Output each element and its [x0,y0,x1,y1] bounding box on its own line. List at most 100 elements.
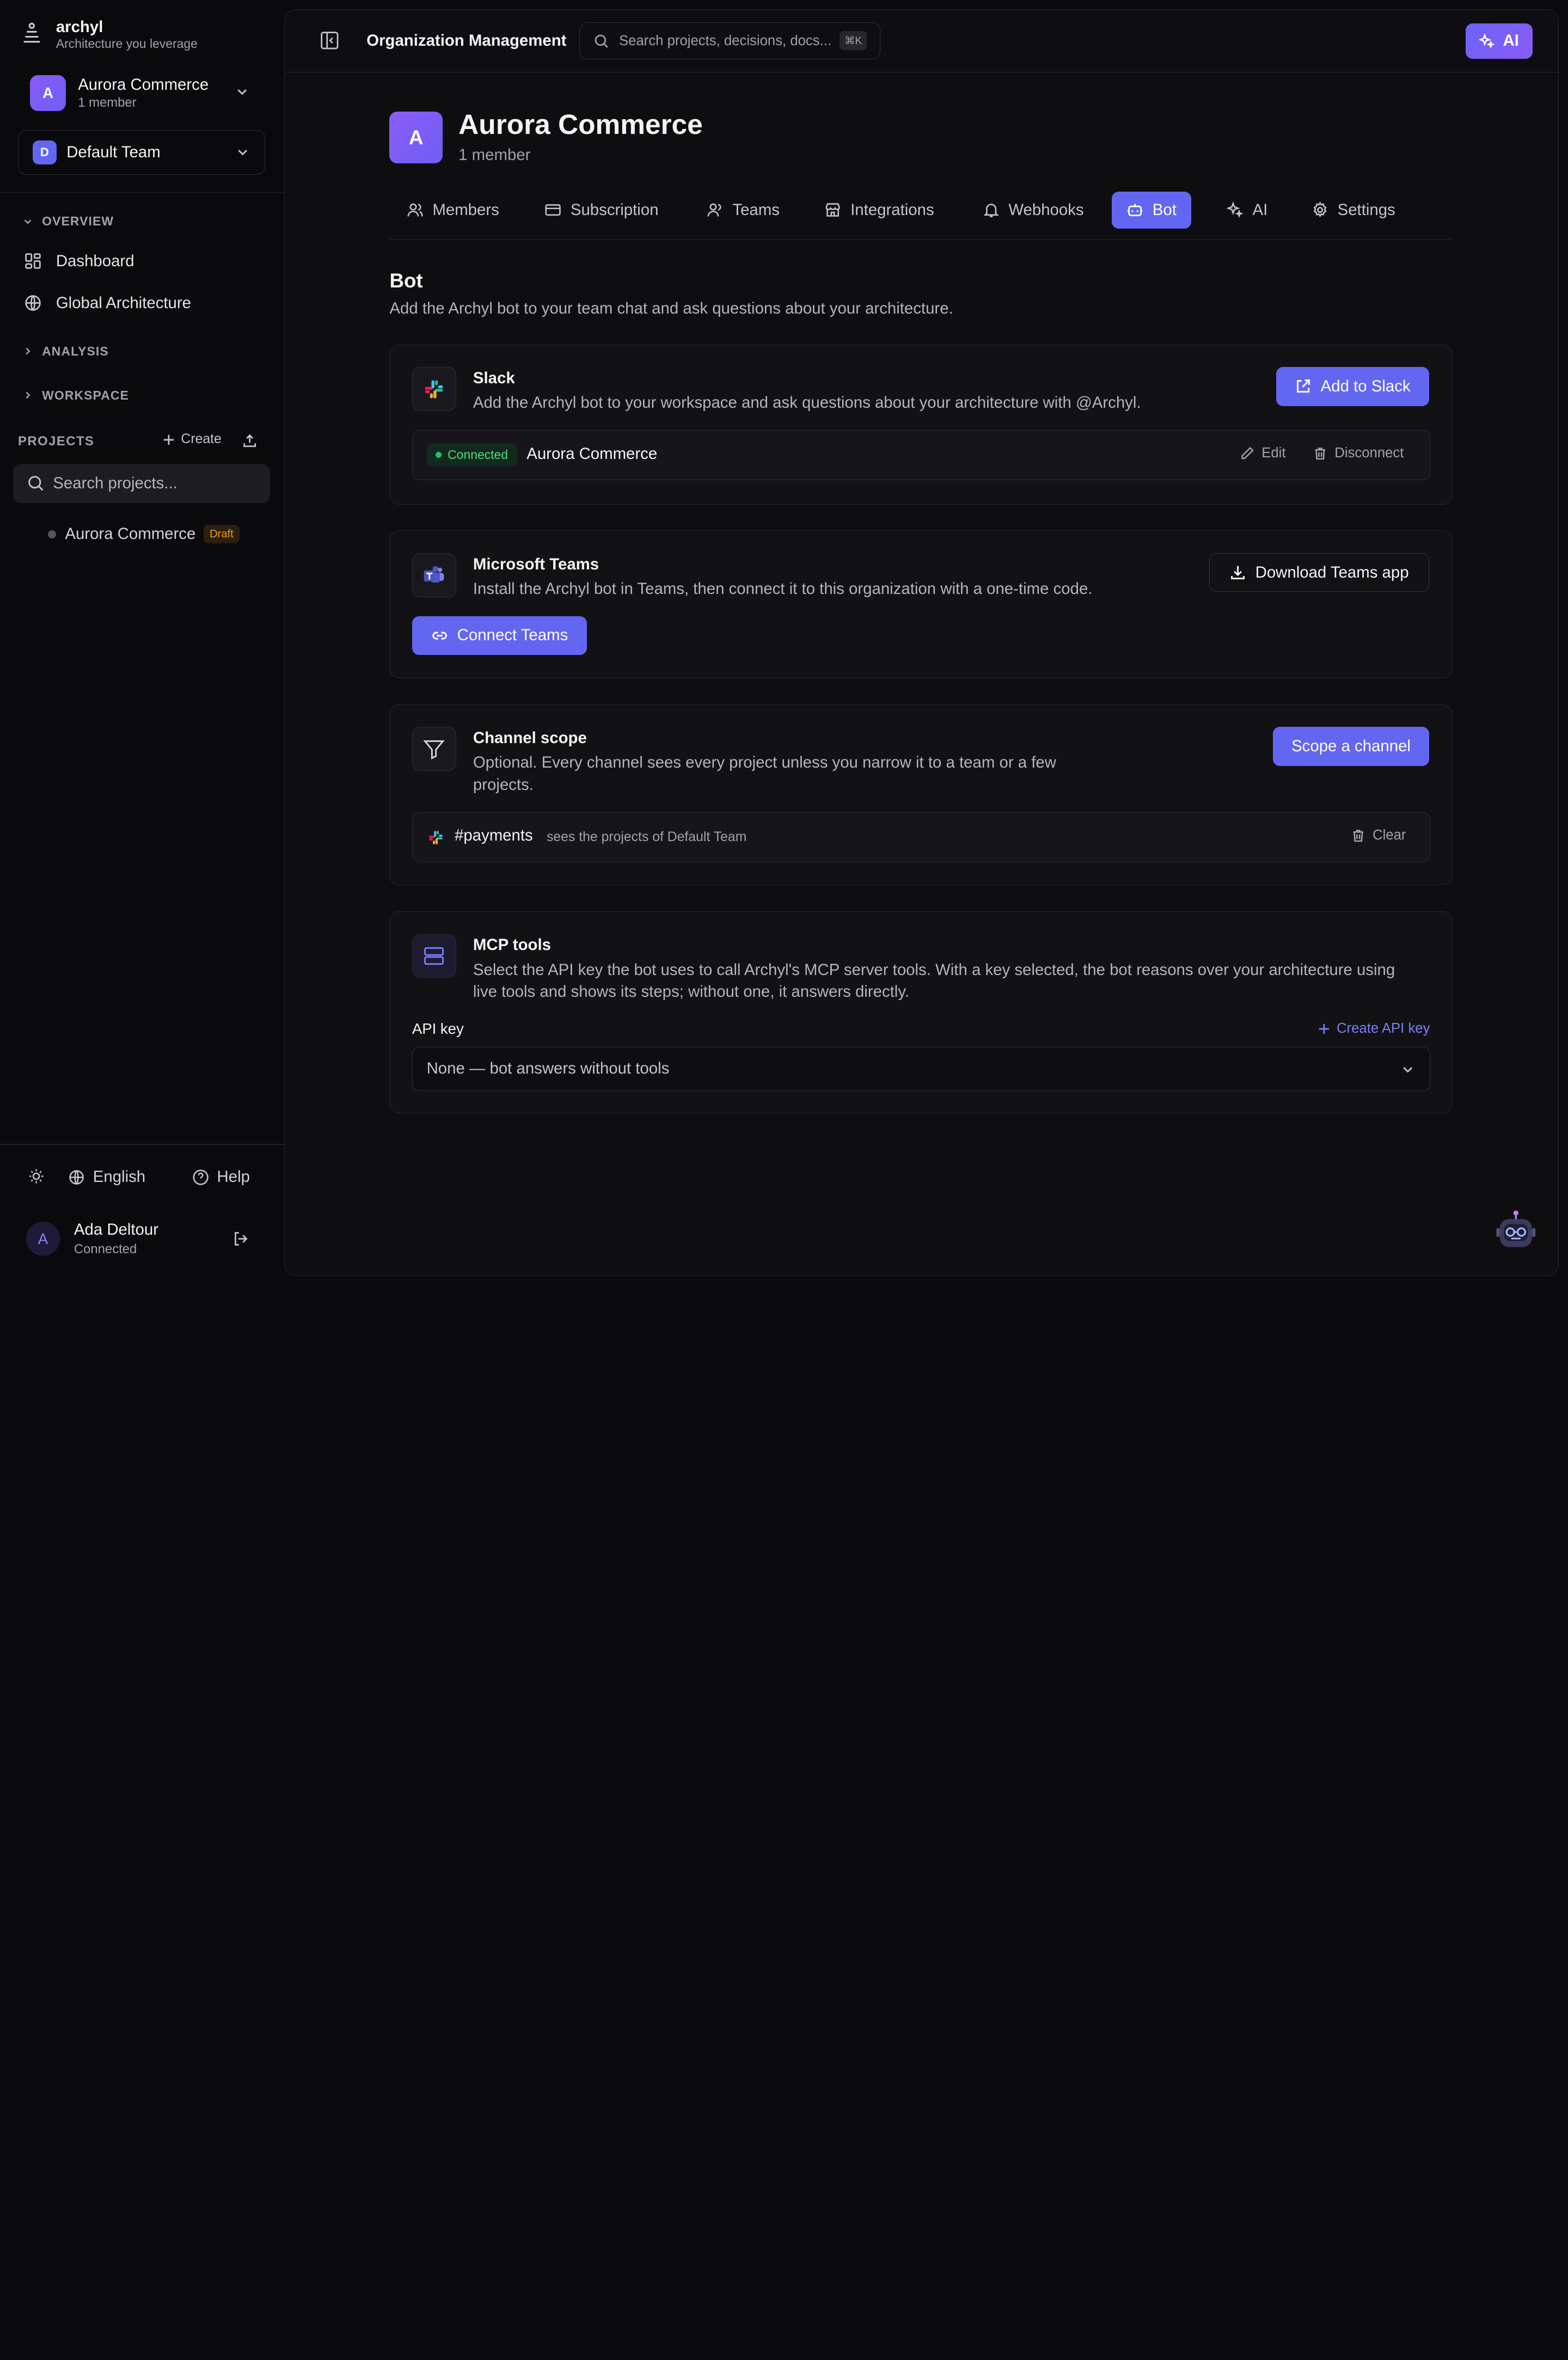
team-select[interactable]: D Default Team [18,130,265,175]
gear-icon [1313,201,1327,218]
team-name: Default Team [66,143,161,162]
add-to-slack-button[interactable]: Add to Slack [1276,367,1429,406]
global-search[interactable]: Search projects, decisions, docs... ⌘K [579,22,881,60]
tab-members[interactable]: Members [391,192,514,229]
slack-workspace-name: Aurora Commerce [526,444,658,463]
section-overview-label: OVERVIEW [42,214,114,229]
tab-settings[interactable]: Settings [1296,192,1410,229]
sidebar: archyl Architecture you leverage A Auror… [0,0,284,1285]
dashboard-icon [25,253,41,269]
user-profile[interactable]: A Ada Deltour Connected [26,1220,158,1258]
bot-assistant-icon[interactable] [1493,1208,1539,1254]
channel-scope-detail: sees the projects of Default Team [546,829,747,844]
add-to-slack-label: Add to Slack [1320,377,1411,396]
section-workspace-toggle[interactable]: WORKSPACE [22,388,129,403]
brand-tagline: Architecture you leverage [56,36,198,51]
scope-a-channel-button[interactable]: Scope a channel [1273,727,1429,767]
section-overview-toggle[interactable]: OVERVIEW [22,214,114,229]
external-link-icon [1296,379,1310,393]
slack-connection-row: Connected Aurora Commerce Edit Disconnec… [412,430,1430,480]
mcp-tools-card: MCP tools Select the API key the bot use… [389,911,1453,1114]
scope-a-channel-label: Scope a channel [1291,737,1411,756]
chevron-right-icon [26,391,30,399]
global-search-placeholder: Search projects, decisions, docs... [619,33,832,48]
api-key-select[interactable]: None — bot answers without tools [412,1047,1430,1091]
tab-webhooks[interactable]: Webhooks [967,192,1099,229]
project-search-input[interactable] [53,474,253,493]
tab-integrations[interactable]: Integrations [810,192,949,229]
section-title: Bot [389,269,423,292]
help-circle-icon [193,1169,209,1185]
download-teams-app-button[interactable]: Download Teams app [1209,553,1429,592]
microsoft-teams-card: Microsoft Teams Install the Archyl bot i… [389,530,1453,679]
search-icon [595,34,608,48]
tab-label: Subscription [570,200,659,219]
slack-card: Slack Add the Archyl bot to your workspa… [389,344,1453,505]
chevron-down-icon [24,219,32,224]
tab-ai[interactable]: AI [1211,192,1283,229]
help-label: Help [217,1168,250,1186]
chevron-down-icon [237,89,247,95]
teams-icon-box [412,553,456,597]
projects-header: PROJECTS Create [18,432,264,452]
channel-scope-description-line: Optional. Every channel sees every proje… [473,753,1056,772]
org-header-members: 1 member [458,146,531,164]
logout-icon[interactable] [232,1230,250,1248]
sidebar-item-dashboard[interactable]: Dashboard [24,252,134,271]
chevron-down-icon [1402,1066,1412,1073]
server-icon-box [412,934,456,978]
section-analysis-toggle[interactable]: ANALYSIS [22,344,108,359]
filter-icon [423,740,445,759]
filter-icon-box [412,727,456,771]
tab-bot[interactable]: Bot [1111,191,1192,229]
disconnect-label: Disconnect [1334,445,1404,461]
slack-description: Add the Archyl bot to your workspace and… [473,394,1141,412]
create-project-label: Create [181,432,222,447]
edit-button[interactable]: Edit [1240,445,1285,461]
trash-icon [1353,830,1363,842]
project-list-item[interactable]: Aurora Commerce Draft [48,525,240,544]
globe-icon [69,1170,84,1185]
create-api-key-link[interactable]: Create API key [1318,1021,1430,1037]
section-description: Add the Archyl bot to your team chat and… [389,299,953,318]
tab-label: Webhooks [1008,200,1084,219]
upload-icon[interactable] [242,433,258,449]
language-label: English [93,1168,146,1186]
search-icon [28,476,44,491]
bell-icon [983,204,999,217]
clear-scope-button[interactable]: Clear [1351,827,1406,843]
chevron-right-icon [26,347,30,355]
api-key-label: API key [412,1020,464,1037]
status-dot [436,452,442,458]
projects-label: PROJECTS [18,434,95,449]
section-workspace-label: WORKSPACE [42,388,129,402]
sidebar-item-global-architecture[interactable]: Global Architecture [24,294,191,312]
sidebar-collapse-icon[interactable] [320,30,340,51]
create-project-button[interactable]: Create [162,432,222,447]
section-analysis-label: ANALYSIS [42,344,109,358]
ai-assistant-button[interactable]: AI [1465,23,1533,59]
download-teams-app-label: Download Teams app [1255,563,1409,581]
channel-scope-description-line: projects. [473,775,534,794]
language-selector[interactable]: English [68,1168,145,1186]
user-status: Connected [74,1241,137,1256]
sidebar-item-label: Global Architecture [56,293,192,312]
connect-teams-button[interactable]: Connect Teams [412,616,587,655]
plus-icon [163,434,174,445]
theme-toggle[interactable] [28,1168,45,1185]
connect-teams-label: Connect Teams [457,626,568,645]
tab-teams[interactable]: Teams [691,192,794,229]
create-api-key-label: Create API key [1337,1021,1430,1037]
brand[interactable]: archyl Architecture you leverage [22,18,198,52]
microsoft-teams-icon [424,566,444,583]
disconnect-button[interactable]: Disconnect [1313,445,1404,461]
avatar: A [26,1222,60,1256]
organization-switcher[interactable]: A Aurora Commerce 1 member [18,70,264,116]
tab-label: Integrations [850,200,934,219]
tab-label: Settings [1337,200,1395,219]
project-search[interactable] [13,464,270,503]
help-link[interactable]: Help [192,1168,250,1186]
sidebar-divider [0,192,284,193]
tab-subscription[interactable]: Subscription [530,192,673,229]
clear-label: Clear [1373,827,1406,843]
